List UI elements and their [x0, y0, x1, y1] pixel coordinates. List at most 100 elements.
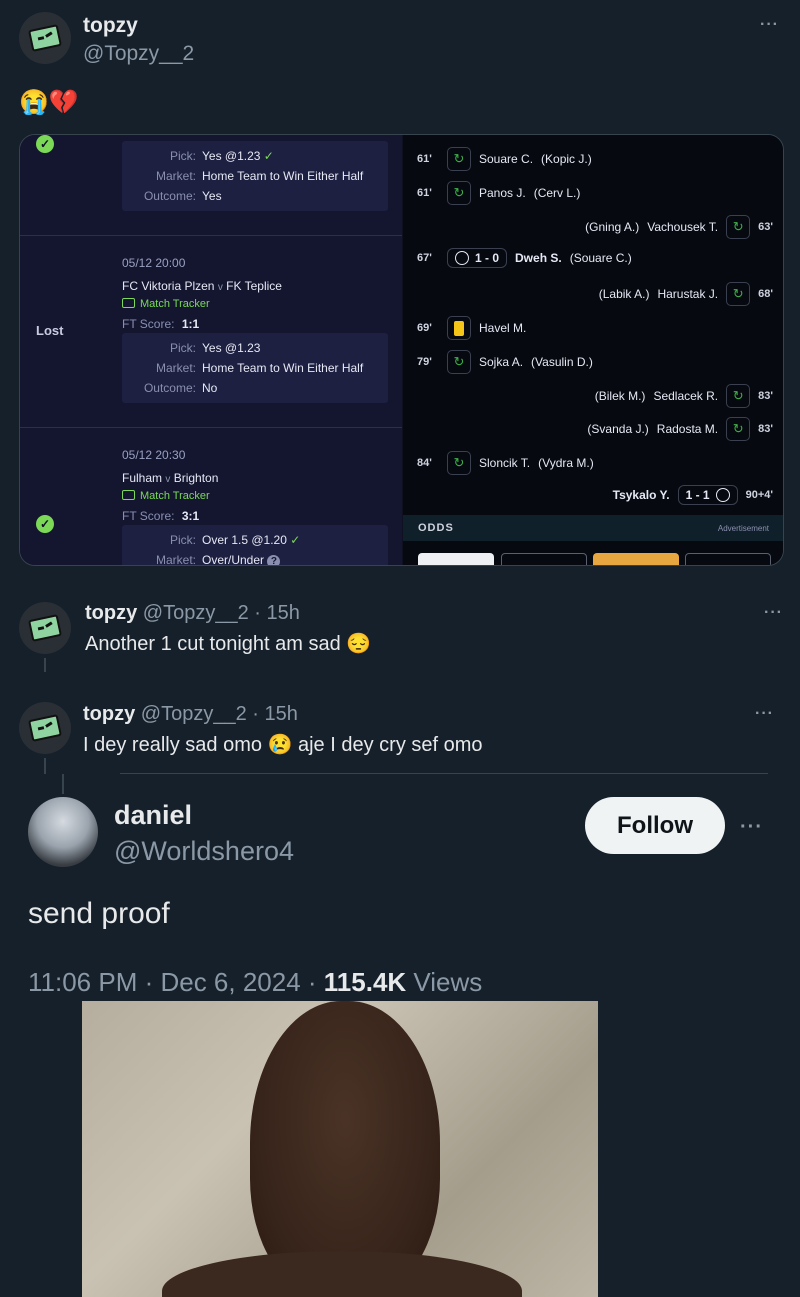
ft-label: FT Score:	[122, 317, 175, 331]
views-label: Views	[406, 967, 483, 997]
event-player: Dweh S.	[515, 251, 562, 266]
event-assist: (Svanda J.)	[587, 422, 649, 437]
won-check-icon: ✓	[36, 135, 54, 153]
view-count: 115.4K	[323, 967, 407, 997]
pick-value: Over 1.5 @1.20	[202, 533, 287, 547]
substitution-icon: ↻	[726, 417, 751, 442]
event-player: Panos J.	[479, 185, 526, 200]
odds-button[interactable]	[501, 553, 587, 565]
match-tracker-link[interactable]: Match Tracker	[122, 298, 210, 310]
pick-value: Yes @1.23	[202, 149, 261, 163]
substitution-icon: ↻	[447, 451, 471, 476]
checkmark-icon: ✓	[290, 533, 301, 547]
goal-score-pill: 1 - 1	[677, 485, 738, 505]
vs: v	[165, 474, 171, 485]
attached-photo[interactable]	[82, 1001, 598, 1297]
event-minute: 69'	[417, 322, 432, 334]
market-value: Home Team to Win Either Half	[202, 361, 364, 375]
odds-button[interactable]	[593, 553, 679, 565]
vs: v	[217, 282, 223, 293]
display-name[interactable]: daniel	[114, 800, 192, 831]
timestamp[interactable]: 11:06 PM · Dec 6, 2024 ·	[28, 967, 324, 997]
avatar[interactable]	[19, 602, 71, 654]
person-shoulders	[162, 1251, 522, 1297]
event-player: Souare C.	[479, 152, 534, 166]
tweet-header: topzy @Topzy__2 · 15h	[83, 703, 298, 726]
event-minute: 67'	[417, 252, 432, 265]
match-tracker-link[interactable]: Match Tracker	[122, 490, 210, 502]
match-event: Tsykalo Y. 1 - 1 90+4'	[613, 485, 773, 505]
event-player: Havel M.	[479, 321, 527, 335]
event-minute: 63'	[758, 220, 773, 233]
screen-face-icon	[28, 714, 62, 742]
odds-button[interactable]	[685, 553, 771, 565]
event-minute: 68'	[758, 288, 773, 301]
match-datetime: 05/12 20:30	[122, 448, 186, 462]
tweet-text: send proof	[28, 897, 170, 930]
betslip-left-panel: ✓ Pick: Yes @1.23 ✓ Market: Home Team to W…	[20, 135, 402, 565]
divider	[20, 235, 402, 236]
tweet-meta: 11:06 PM · Dec 6, 2024 · 115.4K Views	[28, 967, 482, 998]
avatar[interactable]	[28, 797, 98, 867]
handle[interactable]: @Topzy__2	[143, 602, 249, 624]
tweet-text: 😭💔	[19, 89, 79, 116]
goal-score: 1 - 0	[475, 251, 500, 266]
display-name[interactable]: topzy	[83, 14, 138, 38]
match-event: 79' ↻ Sojka A. (Vasulin D.)	[417, 349, 593, 374]
thread-line	[44, 758, 46, 774]
avatar[interactable]	[19, 702, 71, 754]
outcome-value: No	[202, 381, 218, 395]
tweet-time[interactable]: 15h	[265, 703, 298, 725]
away-team: FK Teplice	[226, 279, 282, 293]
chart-icon	[122, 298, 135, 308]
won-check-icon: ✓	[36, 515, 54, 533]
odds-button[interactable]	[418, 553, 494, 565]
match-teams: FC Viktoria Plzen v FK Teplice	[122, 279, 282, 293]
more-options-button[interactable]: ···	[740, 816, 763, 839]
screen-face-icon	[28, 24, 62, 52]
odds-bar: ODDS Advertisement	[403, 515, 783, 541]
help-icon[interactable]: ?	[267, 555, 281, 565]
handle[interactable]: @Topzy__2	[141, 703, 247, 725]
divider	[120, 773, 768, 774]
more-options-button[interactable]: ···	[760, 16, 779, 34]
substitution-icon: ↻	[447, 147, 471, 171]
tweet-time[interactable]: 15h	[267, 602, 300, 624]
event-player: Tsykalo Y.	[612, 488, 670, 502]
thread-line	[62, 774, 64, 794]
event-assist: (Gning A.)	[585, 219, 640, 234]
display-name[interactable]: topzy	[85, 602, 137, 624]
display-name[interactable]: topzy	[83, 703, 135, 725]
market-value: Over/Under	[202, 553, 265, 566]
match-datetime: 05/12 20:00	[122, 256, 186, 270]
pick-label: Pick:	[169, 533, 196, 547]
pick-label: Pick:	[169, 149, 196, 163]
event-player: Radosta M.	[656, 422, 719, 437]
match-event: (Bilek M.) Sedlacek R. ↻ 83'	[595, 383, 773, 408]
tweet-header: topzy @Topzy__2 · 15h	[85, 602, 300, 625]
event-player: Sojka A.	[479, 354, 524, 369]
away-team: Brighton	[173, 471, 219, 485]
substitution-icon: ↻	[726, 214, 751, 239]
ft-value: 1:1	[181, 317, 200, 331]
betslip-image[interactable]: ✓ Pick: Yes @1.23 ✓ Market: Home Team to W…	[19, 134, 784, 566]
match-tracker-label: Match Tracker	[140, 490, 210, 502]
more-options-button[interactable]: ···	[764, 604, 783, 622]
event-assist: (Souare C.)	[569, 251, 632, 266]
event-player: Vachousek T.	[647, 219, 719, 234]
match-event: 61' ↻ Souare C. (Kopic J.)	[417, 147, 592, 171]
substitution-icon: ↻	[726, 383, 751, 408]
event-assist: (Kopic J.)	[541, 152, 592, 166]
handle[interactable]: @Topzy__2	[83, 42, 194, 66]
substitution-icon: ↻	[447, 180, 471, 205]
more-options-button[interactable]: ···	[755, 705, 774, 723]
avatar[interactable]	[19, 12, 71, 64]
event-assist: (Labik A.)	[598, 287, 650, 302]
match-event: 84' ↻ Sloncik T. (Vydra M.)	[417, 451, 594, 476]
goal-score: 1 - 1	[685, 488, 710, 502]
outcome-label: Outcome:	[143, 381, 196, 395]
ft-score: FT Score: 1:1	[122, 317, 199, 331]
market-label: Market:	[155, 169, 196, 183]
handle[interactable]: @Worldshero4	[114, 836, 294, 867]
follow-button[interactable]: Follow	[585, 797, 725, 854]
